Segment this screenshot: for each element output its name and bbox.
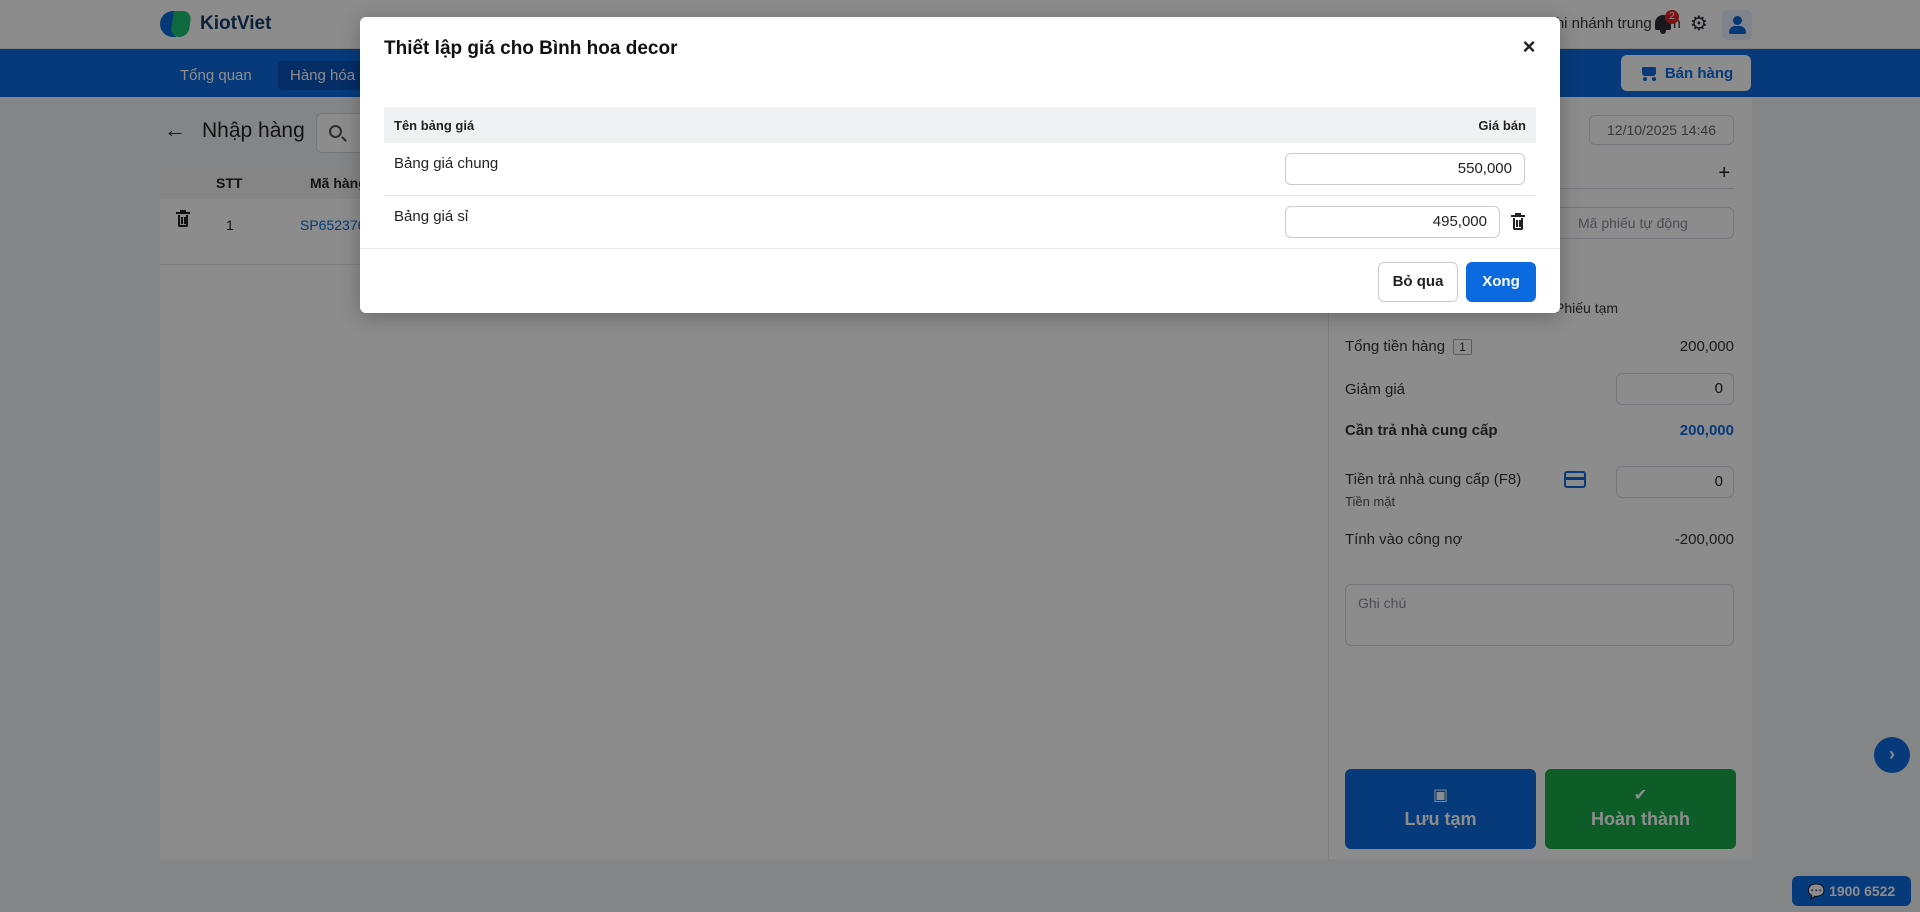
- done-button[interactable]: Xong: [1466, 262, 1536, 302]
- column-sale-price: Giá bán: [1478, 118, 1526, 133]
- cancel-button[interactable]: Bỏ qua: [1378, 262, 1458, 302]
- price-list-name: Bảng giá chung: [394, 155, 499, 172]
- table-row: Bảng giá sỉ 495,000: [384, 196, 1536, 249]
- table-row: Bảng giá chung 550,000: [384, 143, 1536, 196]
- close-icon[interactable]: ×: [1517, 35, 1541, 59]
- modal-title: Thiết lập giá cho Bình hoa decor: [384, 38, 678, 59]
- column-price-list-name: Tên bảng giá: [394, 118, 475, 133]
- price-list-name: Bảng giá sỉ: [394, 208, 469, 225]
- price-input[interactable]: 550,000: [1285, 153, 1525, 185]
- price-table-header: Tên bảng giá Giá bán: [384, 107, 1536, 143]
- price-input[interactable]: 495,000: [1285, 206, 1500, 238]
- divider: [360, 248, 1560, 249]
- price-setup-modal: Thiết lập giá cho Bình hoa decor × Tên b…: [360, 17, 1560, 313]
- trash-icon[interactable]: [1511, 213, 1525, 233]
